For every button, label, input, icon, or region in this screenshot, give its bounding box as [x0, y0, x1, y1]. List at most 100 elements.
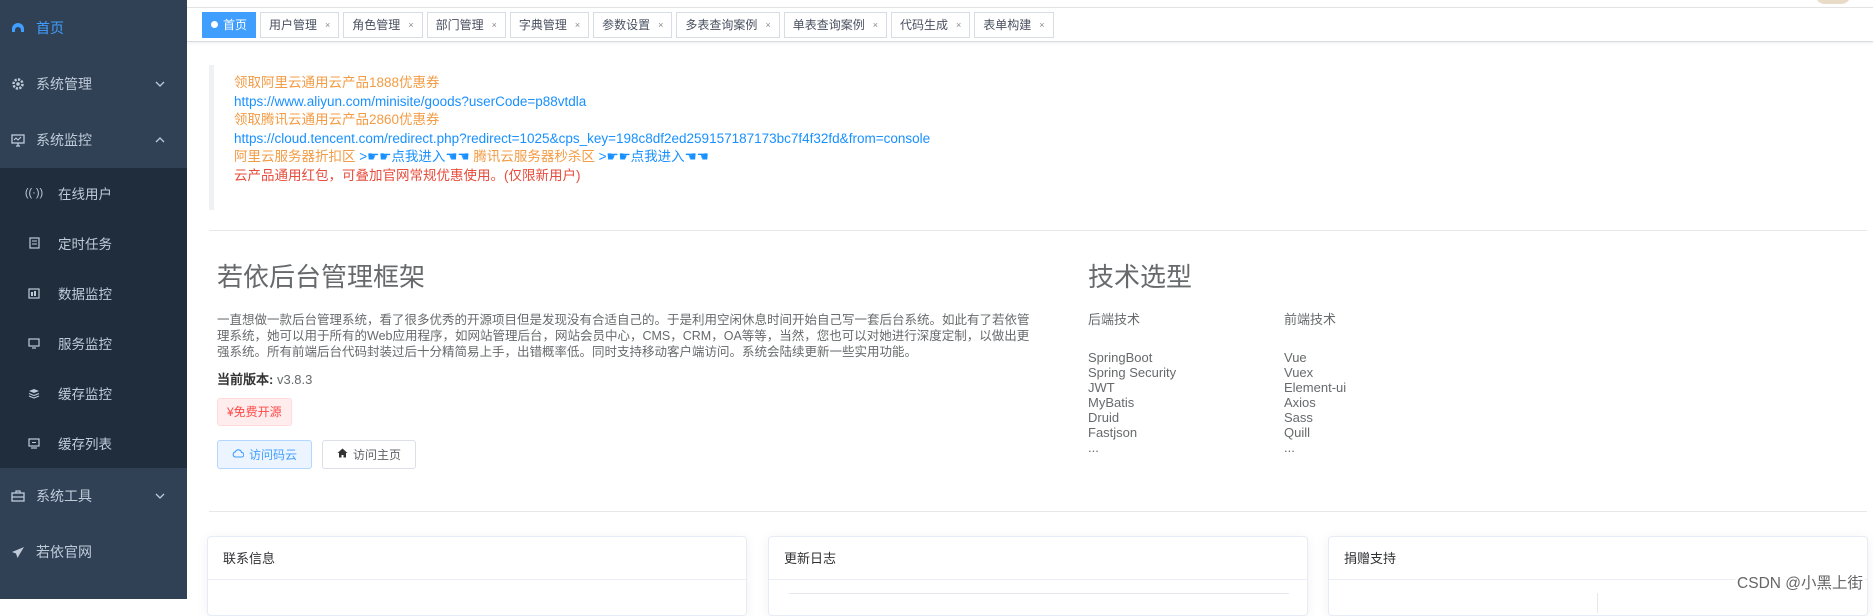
server-icon — [26, 337, 42, 349]
tab-0[interactable]: 首页 — [202, 11, 257, 38]
redis-icon — [26, 388, 42, 399]
tech-title: 技术选型 — [1088, 262, 1193, 292]
tab-label: 用户管理 — [269, 17, 318, 32]
tab-3[interactable]: 部门管理 × — [426, 11, 506, 38]
tech-section: 技术选型 后端技术 SpringBoot Spring Security JWT… — [1088, 257, 1508, 455]
redpacket-text: 云产品通用红包，可叠加官网常规优惠使用。(仅限新用户) — [234, 167, 581, 183]
tab-4[interactable]: 字典管理 × — [509, 11, 590, 38]
changelog-card: 更新日志 — [768, 536, 1308, 616]
tab-label: 参数设置 — [602, 17, 651, 32]
contact-card: 联系信息 — [207, 536, 747, 616]
tech-item: ... — [1284, 440, 1295, 455]
sidebar-item-label: 系统管理 — [36, 76, 92, 92]
watermark: CSDN @小黑上街 — [1735, 571, 1865, 593]
visit-gitee-label: 访问码云 — [249, 448, 298, 462]
sidebar-item-druid[interactable]: 数据监控 — [0, 268, 187, 318]
sidebar-item-label: 在线用户 — [58, 187, 112, 202]
tab-label: 部门管理 — [435, 17, 484, 32]
tab-label: 角色管理 — [352, 17, 401, 32]
visit-gitee-button[interactable]: 访问码云 — [217, 440, 313, 469]
sidebar-item-monitor[interactable]: 系统监控 — [0, 112, 187, 168]
sidebar-item-redis[interactable]: 缓存监控 — [0, 368, 187, 418]
tab-label: 字典管理 — [518, 17, 567, 32]
toolbox-icon — [8, 490, 28, 502]
dashboard-icon — [8, 22, 28, 34]
tab-1[interactable]: 用户管理 × — [260, 11, 340, 38]
tech-item: Quill — [1284, 425, 1311, 440]
tech-item: Fastjson — [1088, 425, 1138, 440]
sidebar-item-label: 缓存列表 — [58, 437, 112, 452]
close-icon[interactable]: × — [408, 13, 413, 37]
tab-6[interactable]: 多表查询案例 × — [676, 11, 780, 38]
close-icon[interactable]: × — [575, 13, 580, 37]
close-icon[interactable]: × — [325, 13, 330, 37]
avatar[interactable] — [1815, 0, 1851, 4]
divider — [209, 230, 1867, 231]
druid-icon — [26, 287, 42, 299]
tab-9[interactable]: 表单构建 × — [974, 11, 1054, 38]
tab-label: 多表查询案例 — [685, 17, 758, 32]
contact-card-header: 联系信息 — [208, 537, 746, 580]
free-badge: ¥免费开源 — [217, 398, 292, 426]
close-icon[interactable]: × — [765, 13, 770, 37]
sidebar-item-server[interactable]: 服务监控 — [0, 318, 187, 368]
tags-view: 首页 用户管理 × 角色管理 × 部门管理 × 字典管理 × 参数设置 × 多表查询案例 × 单表查询案例… — [187, 8, 1873, 42]
tab-5[interactable]: 参数设置 × — [593, 11, 673, 38]
tab-2[interactable]: 角色管理 × — [343, 11, 423, 38]
close-icon[interactable]: × — [873, 13, 878, 37]
sidebar: 首页 系统管理 系统监控 ((·)) 在线用户 定时任务 数据监控 服务监控 缓… — [0, 0, 187, 599]
job-icon — [26, 237, 42, 249]
tencent-coupon-link[interactable]: 领取腾讯云通用云产品2860优惠券 — [234, 111, 1009, 130]
version-line: 当前版本: v3.8.3 — [217, 369, 1037, 388]
sidebar-item-online[interactable]: ((·)) 在线用户 — [0, 168, 187, 218]
promo-notice: 领取阿里云通用云产品1888优惠券 https://www.aliyun.com… — [209, 65, 1009, 210]
sidebar-item-cache-list[interactable]: 缓存列表 — [0, 418, 187, 468]
online-icon: ((·)) — [24, 187, 44, 199]
tencent-url[interactable]: https://cloud.tencent.com/redirect.php?r… — [234, 130, 1009, 149]
tech-columns: 后端技术 SpringBoot Spring Security JWT MyBa… — [1088, 309, 1508, 455]
sidebar-item-label: 定时任务 — [58, 237, 112, 252]
tab-label: 首页 — [223, 17, 248, 32]
tech-item: ... — [1088, 440, 1099, 455]
divider — [1597, 593, 1598, 613]
sidebar-item-home[interactable]: 首页 — [0, 0, 187, 56]
tech-item: JWT — [1088, 380, 1115, 395]
send-icon — [8, 546, 28, 559]
close-icon[interactable]: × — [658, 13, 663, 37]
aliyun-zone-link[interactable]: >☛☛点我进入☚☚ — [359, 149, 469, 164]
sidebar-item-label: 缓存监控 — [58, 387, 112, 402]
tech-item: MyBatis — [1088, 395, 1135, 410]
backend-title: 后端技术 — [1088, 312, 1141, 327]
intro-title: 若依后台管理框架 — [217, 262, 426, 292]
aliyun-coupon-link[interactable]: 领取阿里云通用云产品1888优惠券 — [234, 74, 1009, 93]
sidebar-item-site[interactable]: 若依官网 — [0, 524, 187, 580]
tab-8[interactable]: 代码生成 × — [890, 11, 971, 38]
close-icon[interactable]: × — [492, 13, 497, 37]
tech-item: Vuex — [1284, 365, 1314, 380]
tech-item: Sass — [1284, 410, 1313, 425]
sidebar-item-label: 系统监控 — [36, 132, 92, 148]
gear-icon — [8, 77, 28, 91]
frontend-column: 前端技术 Vue Vuex Element-ui Axios Sass Quil… — [1284, 309, 1480, 455]
tab-label: 代码生成 — [899, 17, 948, 32]
tech-item: Vue — [1284, 350, 1307, 365]
tab-label: 表单构建 — [983, 17, 1032, 32]
sidebar-item-label: 系统工具 — [36, 488, 92, 504]
sidebar-item-tool[interactable]: 系统工具 — [0, 468, 187, 524]
main-area: 首页 用户管理 × 角色管理 × 部门管理 × 字典管理 × 参数设置 × 多表查询案例 × 单表查询案例… — [187, 0, 1873, 616]
tencent-zone-link[interactable]: >☛☛点我进入☚☚ — [599, 149, 709, 164]
home-icon — [337, 448, 348, 461]
divider — [209, 511, 1867, 512]
sidebar-item-system[interactable]: 系统管理 — [0, 56, 187, 112]
tencent-zone-label: 腾讯云服务器秒杀区 — [473, 149, 595, 164]
close-icon[interactable]: × — [956, 13, 961, 37]
version-value: v3.8.3 — [276, 372, 313, 387]
backend-column: 后端技术 SpringBoot Spring Security JWT MyBa… — [1088, 309, 1284, 455]
visit-home-button[interactable]: 访问主页 — [322, 440, 417, 469]
version-label: 当前版本: — [217, 372, 274, 387]
tab-7[interactable]: 单表查询案例 × — [783, 11, 887, 38]
close-icon[interactable]: × — [1039, 13, 1044, 37]
aliyun-zone-label: 阿里云服务器折扣区 — [234, 149, 356, 164]
sidebar-item-job[interactable]: 定时任务 — [0, 218, 187, 268]
aliyun-url[interactable]: https://www.aliyun.com/minisite/goods?us… — [234, 93, 1009, 112]
